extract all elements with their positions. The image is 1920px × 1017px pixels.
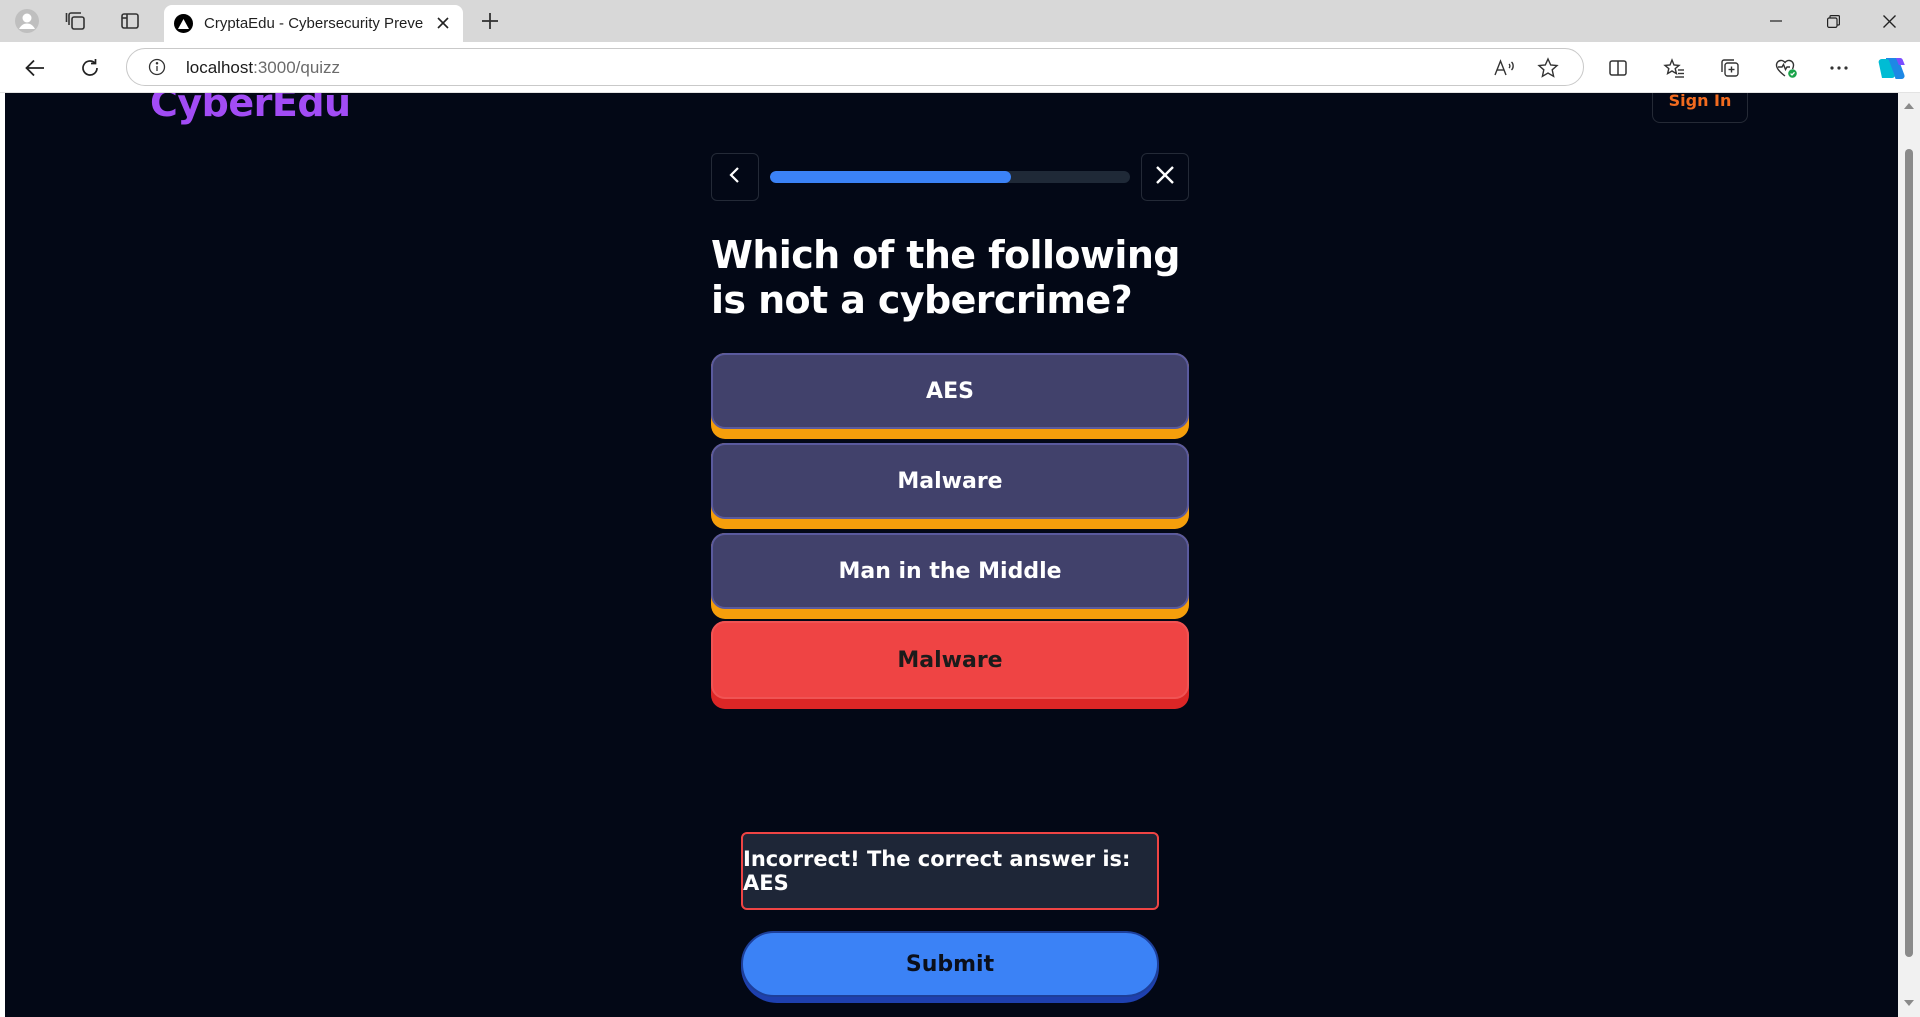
restore-icon[interactable] xyxy=(1810,6,1856,36)
answer-option-label: Malware xyxy=(711,443,1189,519)
answer-option-selected-wrong[interactable]: Malware xyxy=(711,621,1189,709)
url-host: localhost xyxy=(186,58,254,77)
scrollbar-thumb[interactable] xyxy=(1905,149,1913,957)
submit-button-label: Submit xyxy=(741,931,1159,997)
copilot-icon[interactable] xyxy=(1876,51,1910,85)
quiz-back-button[interactable] xyxy=(711,153,759,201)
collections-icon[interactable] xyxy=(1713,51,1747,85)
scroll-down-arrow-icon[interactable] xyxy=(1904,1000,1914,1006)
answer-option[interactable]: Malware xyxy=(711,443,1189,529)
favorite-icon[interactable] xyxy=(1535,55,1561,81)
quiz-progress-bar xyxy=(770,171,1130,183)
feedback-message: Incorrect! The correct answer is: AES xyxy=(741,832,1159,910)
address-bar[interactable]: localhost:3000/quizz xyxy=(126,48,1584,86)
favorites-icon[interactable] xyxy=(1657,51,1691,85)
scroll-up-arrow-icon[interactable] xyxy=(1904,103,1914,109)
quiz-close-button[interactable] xyxy=(1141,153,1189,201)
profile-icon[interactable] xyxy=(13,7,41,35)
close-icon[interactable] xyxy=(433,13,453,33)
info-icon[interactable] xyxy=(147,57,167,77)
tab-title: CryptaEdu - Cybersecurity Preven xyxy=(204,15,424,32)
url-path: :3000/quizz xyxy=(253,58,341,77)
minimize-icon[interactable] xyxy=(1753,6,1799,36)
new-tab-icon[interactable] xyxy=(477,8,503,34)
answer-option-label: AES xyxy=(711,353,1189,429)
health-icon[interactable] xyxy=(1769,51,1803,85)
answer-option[interactable]: AES xyxy=(711,353,1189,439)
split-screen-icon[interactable] xyxy=(1601,51,1635,85)
close-icon xyxy=(1155,165,1175,190)
answer-option-label: Malware xyxy=(711,621,1189,699)
submit-button[interactable]: Submit xyxy=(741,931,1159,1003)
workspaces-icon[interactable] xyxy=(62,7,90,35)
site-logo[interactable]: CyberEdu xyxy=(150,93,351,125)
page-viewport: CyberEdu Sign In Which of the following … xyxy=(5,93,1898,1017)
quiz-progress-fill xyxy=(770,171,1012,183)
tab-bar: CryptaEdu - Cybersecurity Preven xyxy=(0,0,1920,42)
tab-actions-icon[interactable] xyxy=(116,7,144,35)
browser-toolbar: localhost:3000/quizz xyxy=(0,42,1920,93)
vertical-scrollbar[interactable] xyxy=(1898,93,1920,1017)
chevron-left-icon xyxy=(728,166,742,189)
more-icon[interactable] xyxy=(1822,51,1856,85)
quiz-question: Which of the following is not a cybercri… xyxy=(711,233,1180,322)
window-close-icon[interactable] xyxy=(1866,6,1912,36)
answer-option-label: Man in the Middle xyxy=(711,533,1189,609)
active-tab[interactable]: CryptaEdu - Cybersecurity Preven xyxy=(164,5,463,42)
url-text: localhost:3000/quizz xyxy=(186,58,340,78)
back-icon[interactable] xyxy=(18,51,52,85)
answer-option[interactable]: Man in the Middle xyxy=(711,533,1189,619)
refresh-icon[interactable] xyxy=(73,51,107,85)
site-favicon-icon xyxy=(174,14,193,33)
read-aloud-icon[interactable] xyxy=(1491,55,1517,81)
sign-in-button[interactable]: Sign In xyxy=(1652,93,1748,123)
